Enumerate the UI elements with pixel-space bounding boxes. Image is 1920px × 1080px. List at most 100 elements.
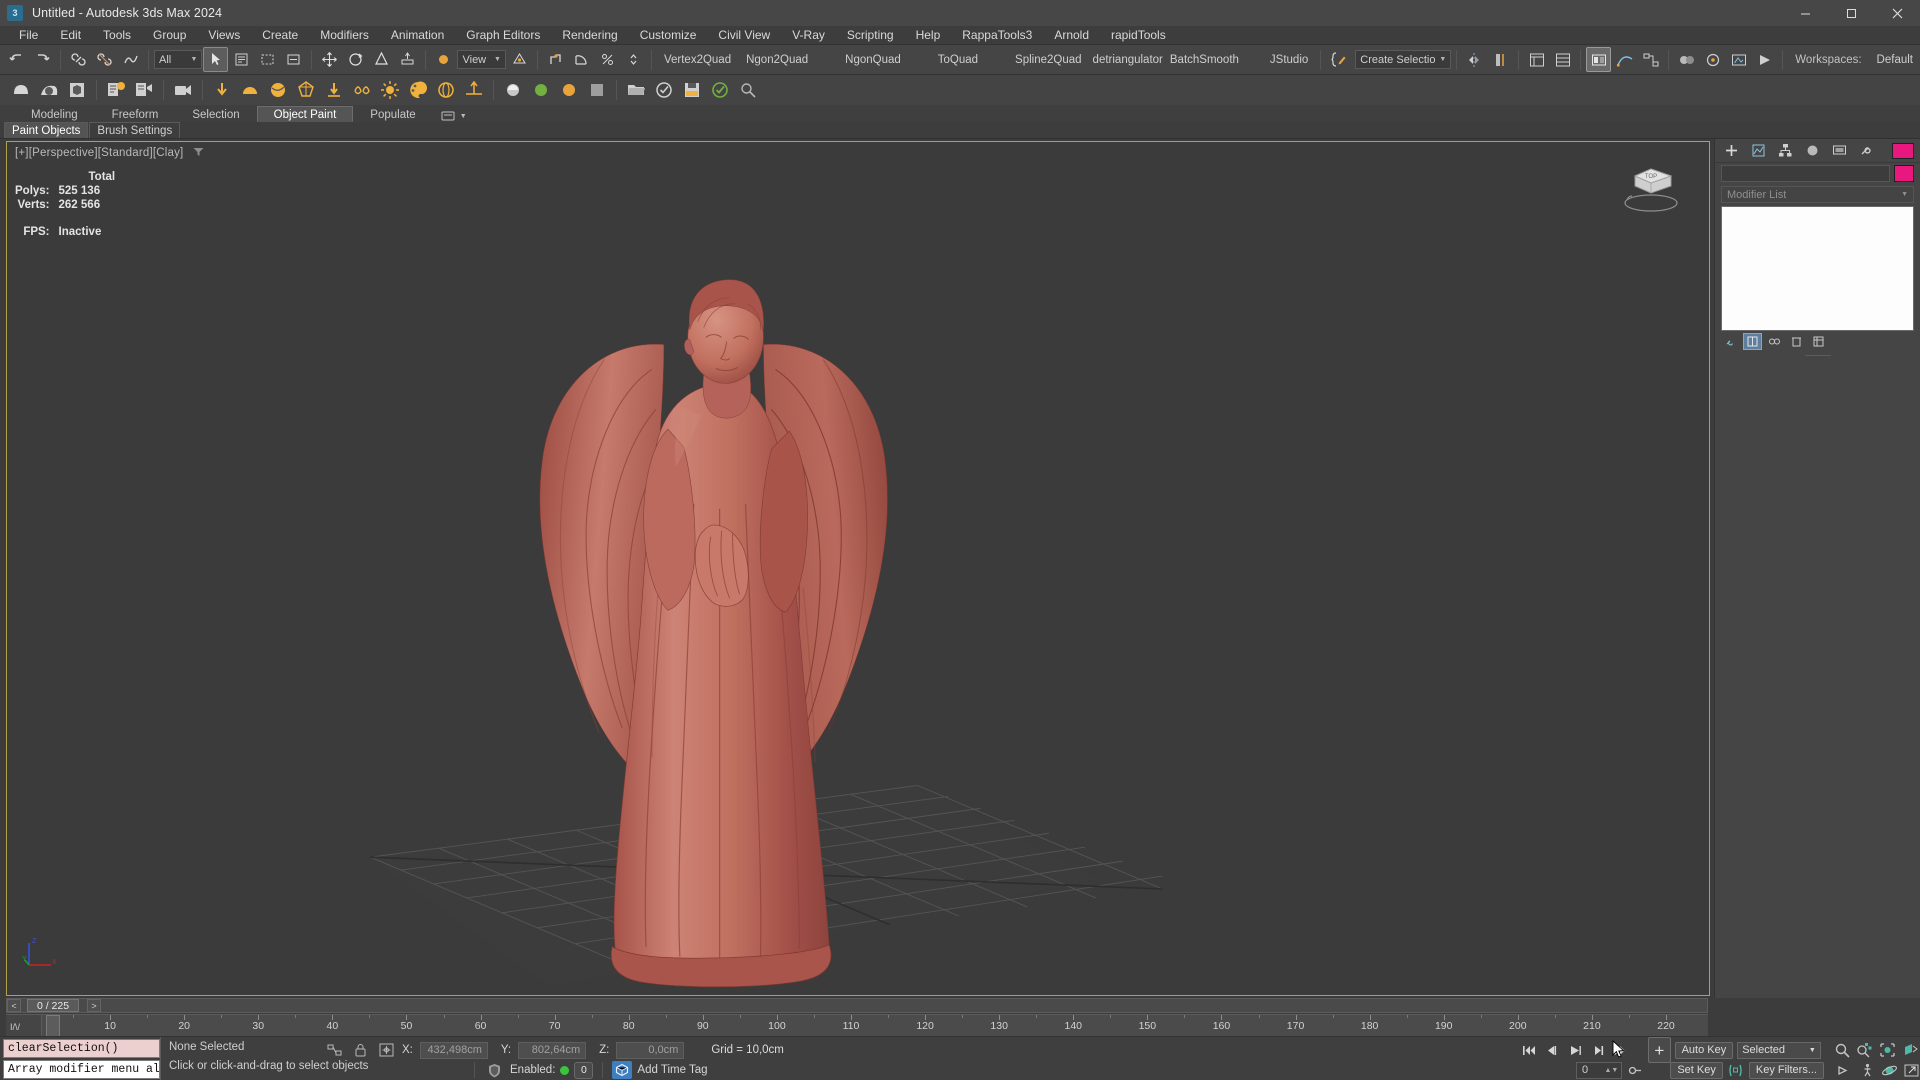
field-of-view-icon[interactable] — [1901, 1040, 1920, 1060]
menu-tools[interactable]: Tools — [92, 26, 142, 45]
modify-tab-icon[interactable] — [1746, 141, 1770, 161]
display-tab-icon[interactable] — [1827, 141, 1851, 161]
remove-modifier-icon[interactable] — [1787, 333, 1806, 350]
pan-icon[interactable] — [1836, 1060, 1854, 1080]
maximize-viewport-icon[interactable] — [1902, 1060, 1920, 1080]
menu-arnold[interactable]: Arnold — [1043, 26, 1100, 45]
schematic-view-icon[interactable] — [1638, 47, 1663, 72]
coord-y-field[interactable]: 802,64cm — [518, 1041, 587, 1059]
key-mode-combo[interactable]: Selected ▼ — [1737, 1041, 1821, 1059]
go-to-end-icon[interactable] — [1611, 1040, 1630, 1060]
menu-file[interactable]: File — [8, 26, 49, 45]
dome-object-icon[interactable] — [237, 77, 263, 103]
fill-down-icon[interactable] — [209, 77, 235, 103]
curve-editor-icon[interactable] — [1612, 47, 1637, 72]
next-frame-icon[interactable] — [1588, 1040, 1607, 1060]
paint-camera-icon[interactable] — [170, 77, 196, 103]
menu-edit[interactable]: Edit — [49, 26, 92, 45]
object-paint-brush-icon[interactable] — [36, 77, 62, 103]
zoom-all-icon[interactable] — [1856, 1040, 1875, 1060]
select-and-place-icon[interactable] — [395, 47, 420, 72]
ribbon-tab-object-paint[interactable]: Object Paint — [256, 106, 354, 122]
play-icon[interactable] — [1566, 1040, 1585, 1060]
plugin-button-jstudio[interactable]: JStudio — [1263, 54, 1315, 66]
layer-explorer-icon[interactable] — [1550, 47, 1575, 72]
configure-modifier-sets-icon[interactable] — [1809, 333, 1828, 350]
selection-lock-icon[interactable] — [350, 1041, 371, 1060]
zoom-icon[interactable] — [1833, 1040, 1852, 1060]
menu-views[interactable]: Views — [197, 26, 251, 45]
select-object-icon[interactable] — [203, 47, 229, 72]
undo-icon[interactable] — [4, 47, 29, 72]
menu-vray[interactable]: V-Ray — [781, 26, 836, 45]
align-icon[interactable] — [1488, 47, 1513, 72]
cube-preview-icon[interactable] — [500, 77, 526, 103]
orange-sphere-icon[interactable] — [556, 77, 582, 103]
current-frame-indicator[interactable]: 0 / 225 — [27, 999, 79, 1012]
menu-group[interactable]: Group — [142, 26, 197, 45]
green-sphere-icon[interactable] — [528, 77, 554, 103]
angle-snap-toggle-icon[interactable] — [569, 47, 594, 72]
snaps-toggle-icon[interactable] — [543, 47, 568, 72]
selection-filter-combo[interactable]: All ▼ — [154, 50, 203, 69]
time-slider-handle[interactable] — [46, 1015, 60, 1036]
rectangular-selection-region-icon[interactable] — [255, 47, 280, 72]
plugin-button-spline2quad[interactable]: Spline2Quad — [1008, 54, 1089, 66]
current-frame-spinner[interactable]: 0 ▲▼ — [1576, 1061, 1623, 1079]
unlink-selection-icon[interactable] — [92, 47, 117, 72]
approve-icon[interactable] — [707, 77, 733, 103]
set-key-button[interactable]: Set Key — [1670, 1061, 1723, 1079]
save-disk-icon[interactable] — [679, 77, 705, 103]
menu-civil-view[interactable]: Civil View — [707, 26, 781, 45]
key-mode-toggle-icon[interactable] — [1626, 1060, 1644, 1080]
selection-lock-isolate-icon[interactable] — [324, 1041, 345, 1060]
sphere-paint-icon[interactable] — [265, 77, 291, 103]
plugin-button-ngonquad[interactable]: NgonQuad — [838, 54, 908, 66]
ribbon-options[interactable]: ▼ — [433, 110, 475, 122]
zoom-extents-icon[interactable] — [1878, 1040, 1897, 1060]
magnifier-small-icon[interactable] — [735, 77, 761, 103]
open-folder-icon[interactable] — [623, 77, 649, 103]
enabled-count-badge[interactable]: 0 — [574, 1061, 594, 1079]
select-and-link-icon[interactable] — [66, 47, 91, 72]
spinner-arrows-icon[interactable]: ▲▼ — [1604, 1067, 1621, 1074]
subtab-paint-objects[interactable]: Paint Objects — [4, 122, 89, 138]
absolute-relative-transform-icon[interactable] — [376, 1041, 397, 1060]
go-to-start-icon[interactable] — [1520, 1040, 1539, 1060]
pin-stack-icon[interactable] — [1721, 333, 1740, 350]
auto-key-button[interactable]: Auto Key — [1674, 1041, 1734, 1059]
motion-tab-icon[interactable] — [1800, 141, 1824, 161]
maximize-button[interactable] — [1828, 0, 1874, 26]
timeline-ruler[interactable]: I/\/ 01020304050607080901001101201301401… — [6, 1014, 1708, 1036]
previous-frame-button[interactable]: < — [7, 999, 21, 1012]
ribbon-tab-selection[interactable]: Selection — [175, 106, 256, 122]
menu-create[interactable]: Create — [251, 26, 309, 45]
listener-output-line[interactable]: clearSelection() — [3, 1039, 160, 1058]
panel-resize-handle[interactable] — [1715, 351, 1920, 359]
plugin-button-detriangulator[interactable]: detriangulator — [1090, 54, 1166, 66]
percent-snap-toggle-icon[interactable] — [595, 47, 620, 72]
align-to-normal-icon[interactable] — [461, 77, 487, 103]
select-and-scale-icon[interactable] — [369, 47, 394, 72]
polygon-modeling-icon[interactable] — [8, 77, 34, 103]
timeline-mode-buttons[interactable]: I/\/ — [6, 1015, 42, 1036]
drop-object-icon[interactable] — [321, 77, 347, 103]
select-and-rotate-icon[interactable] — [343, 47, 368, 72]
previous-frame-icon[interactable] — [1543, 1040, 1562, 1060]
paint-objects-list-icon[interactable] — [103, 77, 129, 103]
mirror-icon[interactable] — [1462, 47, 1487, 72]
object-name-field[interactable] — [1721, 164, 1890, 182]
create-tab-icon[interactable] — [1719, 141, 1743, 161]
next-frame-button[interactable]: > — [87, 999, 101, 1012]
paint-objects-camera-icon[interactable] — [131, 77, 157, 103]
select-and-move-icon[interactable] — [317, 47, 342, 72]
render-frame-window-icon[interactable] — [1726, 47, 1751, 72]
checkmark-circle-icon[interactable] — [651, 77, 677, 103]
scene-explorer-icon[interactable] — [1524, 47, 1549, 72]
window-crossing-toggle-icon[interactable] — [281, 47, 306, 72]
add-time-tag-icon[interactable] — [612, 1061, 633, 1079]
named-selection-set-combo[interactable]: Create Selection Se ▼ — [1355, 50, 1452, 69]
box-object-icon[interactable] — [64, 77, 90, 103]
object-color-box[interactable] — [1894, 164, 1914, 182]
minimize-button[interactable] — [1782, 0, 1828, 26]
